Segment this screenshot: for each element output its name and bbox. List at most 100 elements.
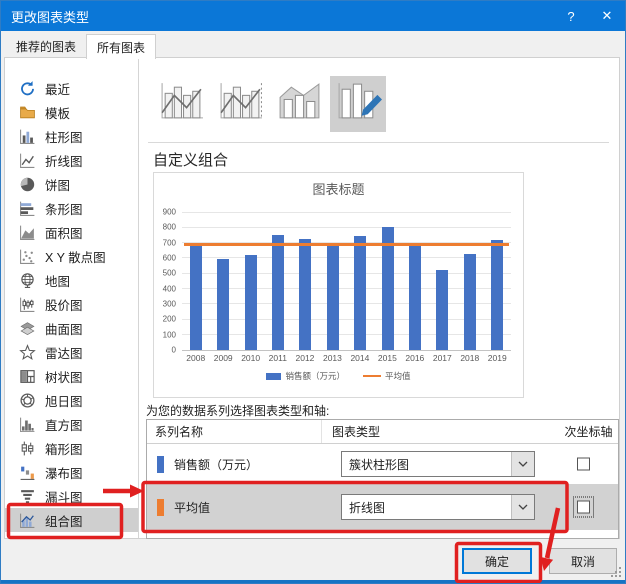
- sidebar-item-label: 模板: [45, 106, 71, 121]
- header-series-name: 系列名称: [155, 425, 204, 439]
- clustered-column-line-secondary-axis-icon: [217, 81, 264, 127]
- stacked-area-clustered-column-icon: [276, 81, 323, 127]
- ok-button[interactable]: 确定: [462, 548, 532, 574]
- sidebar-item-map-chart[interactable]: 地图: [5, 268, 138, 292]
- combo-subtype-stacked-area-clustered-column[interactable]: [271, 76, 327, 132]
- chart-type-value: 簇状柱形图: [349, 457, 410, 472]
- x-tick-label: 2009: [213, 353, 233, 363]
- y-axis-labels: 0 100 200 300 400 500 600 700 800 900: [154, 208, 178, 355]
- y-tick-label: 400: [162, 284, 176, 294]
- bar: [271, 235, 284, 350]
- bar: [326, 244, 339, 350]
- header-secondary-axis: 次坐标轴: [564, 425, 613, 439]
- sidebar-item-radar-chart[interactable]: 雷达图: [5, 340, 138, 364]
- tab-all-charts[interactable]: 所有图表: [86, 34, 157, 59]
- chevron-down-icon[interactable]: [511, 495, 534, 519]
- box-whisker-chart-icon: [19, 440, 36, 457]
- dialog-footer: 确定 取消: [1, 539, 625, 583]
- bar: [217, 258, 230, 350]
- sidebar-item-box-whisker-chart[interactable]: 箱形图: [5, 436, 138, 460]
- sidebar-item-label: 地图: [45, 274, 71, 289]
- sidebar-item-label: 树状图: [45, 370, 83, 385]
- pie-chart-icon: [19, 176, 36, 193]
- chevron-down-icon[interactable]: [511, 452, 534, 476]
- dialog-bottom-edge: [1, 580, 625, 583]
- series-table-header: 系列名称 图表类型 次坐标轴: [147, 420, 618, 444]
- sidebar-item-label: 最近: [45, 82, 71, 97]
- sidebar-item-label: 面积图: [45, 226, 83, 241]
- sidebar-item-label: 组合图: [45, 514, 83, 529]
- titlebar[interactable]: 更改图表类型 ? ✕: [1, 1, 625, 31]
- x-tick-label: 2019: [487, 353, 507, 363]
- sidebar-item-label: 饼图: [45, 178, 71, 193]
- combo-chart-icon: [19, 512, 36, 529]
- legend-label: 销售额（万元）: [285, 371, 345, 381]
- series-row-0[interactable]: 销售额（万元） 簇状柱形图: [147, 444, 618, 484]
- resize-grip-icon[interactable]: [610, 566, 622, 578]
- series-row-1[interactable]: 平均值 折线图: [147, 484, 618, 530]
- series-name: 平均值: [174, 500, 211, 515]
- chart-type-sidebar: 最近模板柱形图 折线图饼图条形图面积图 X Y 散点图 地图股价图 曲面图 雷达图树状图旭…: [5, 58, 139, 538]
- legend-bar-swatch: [266, 372, 282, 380]
- sidebar-item-treemap-chart[interactable]: 树状图: [5, 364, 138, 388]
- recent-icon: [19, 80, 36, 97]
- tab-recommended-charts[interactable]: 推荐的图表: [6, 35, 86, 58]
- sidebar-item-label: X Y 散点图: [45, 250, 106, 265]
- secondary-axis-checkbox[interactable]: [577, 457, 590, 471]
- bar: [381, 227, 394, 350]
- legend-entry-average: 平均值: [363, 370, 411, 382]
- sidebar-item-label: 漏斗图: [45, 490, 83, 505]
- chart-type-dropdown[interactable]: 折线图: [341, 494, 535, 520]
- combo-subtype-clustered-column-line-secondary-axis[interactable]: [212, 76, 268, 132]
- y-tick-label: 600: [162, 253, 176, 263]
- sidebar-item-sunburst-chart[interactable]: 旭日图: [5, 388, 138, 412]
- template-icon: [19, 104, 36, 121]
- sidebar-item-label: 旭日图: [45, 394, 83, 409]
- chart-legend: 销售额（万元） 平均值: [154, 370, 523, 382]
- sidebar-item-label: 直方图: [45, 418, 83, 433]
- sidebar-item-funnel-chart[interactable]: 漏斗图: [5, 484, 138, 508]
- help-icon[interactable]: ?: [553, 1, 589, 31]
- bar: [436, 270, 449, 350]
- sidebar-item-bar-chart[interactable]: 条形图: [5, 196, 138, 220]
- combo-subtype-custom-combination[interactable]: [330, 76, 386, 132]
- sidebar-item-histogram-chart[interactable]: 直方图: [5, 412, 138, 436]
- bar: [189, 245, 202, 350]
- sidebar-item-surface-chart[interactable]: 曲面图: [5, 316, 138, 340]
- x-tick-label: 2008: [186, 353, 206, 363]
- x-tick-label: 2010: [241, 353, 261, 363]
- chart-type-dropdown[interactable]: 簇状柱形图: [341, 451, 535, 477]
- close-icon[interactable]: ✕: [589, 1, 625, 31]
- bar: [491, 240, 504, 350]
- legend-label: 平均值: [385, 371, 411, 381]
- sidebar-item-recent[interactable]: 最近: [5, 76, 138, 100]
- x-tick-label: 2017: [432, 353, 452, 363]
- change-chart-type-dialog: 更改图表类型 ? ✕ 推荐的图表 所有图表 最近 模板 柱形图 折线图 饼图 条形图 面积图…: [0, 0, 626, 584]
- sidebar-item-scatter-chart[interactable]: X Y 散点图: [5, 244, 138, 268]
- sidebar-item-area-chart[interactable]: 面积图: [5, 220, 138, 244]
- cancel-button[interactable]: 取消: [549, 548, 617, 574]
- sidebar-item-waterfall-chart[interactable]: 瀑布图: [5, 460, 138, 484]
- divider: [148, 142, 609, 143]
- y-tick-label: 800: [162, 222, 176, 232]
- sidebar-item-line-chart[interactable]: 折线图: [5, 148, 138, 172]
- x-axis-labels: 2008 2009 2010 2011 2012 2013 2014 2015 2016 2017…: [182, 353, 511, 363]
- stock-chart-icon: [19, 296, 36, 313]
- bar: [408, 242, 421, 350]
- map-chart-icon: [19, 272, 36, 289]
- sidebar-item-template[interactable]: 模板: [5, 100, 138, 124]
- secondary-axis-checkbox[interactable]: [573, 496, 594, 518]
- sidebar-item-pie-chart[interactable]: 饼图: [5, 172, 138, 196]
- custom-combination-icon: [335, 81, 382, 127]
- sidebar-item-column-chart[interactable]: 柱形图: [5, 124, 138, 148]
- sidebar-item-combo-chart[interactable]: 组合图: [5, 508, 138, 532]
- series-table-intro: 为您的数据系列选择图表类型和轴:: [146, 404, 330, 418]
- area-chart-icon: [19, 224, 36, 241]
- sidebar-item-stock-chart[interactable]: 股价图: [5, 292, 138, 316]
- scatter-chart-icon: [19, 248, 36, 265]
- x-tick-label: 2015: [377, 353, 397, 363]
- combo-subtype-clustered-column-line[interactable]: [153, 76, 209, 132]
- all-charts-panel: 最近 模板 柱形图 折线图 饼图 条形图 面积图 X Y 散点图 地图 股价图 曲面图 雷达图 树状图旭…: [4, 57, 620, 539]
- bar-series: [182, 212, 511, 350]
- sunburst-chart-icon: [19, 392, 36, 409]
